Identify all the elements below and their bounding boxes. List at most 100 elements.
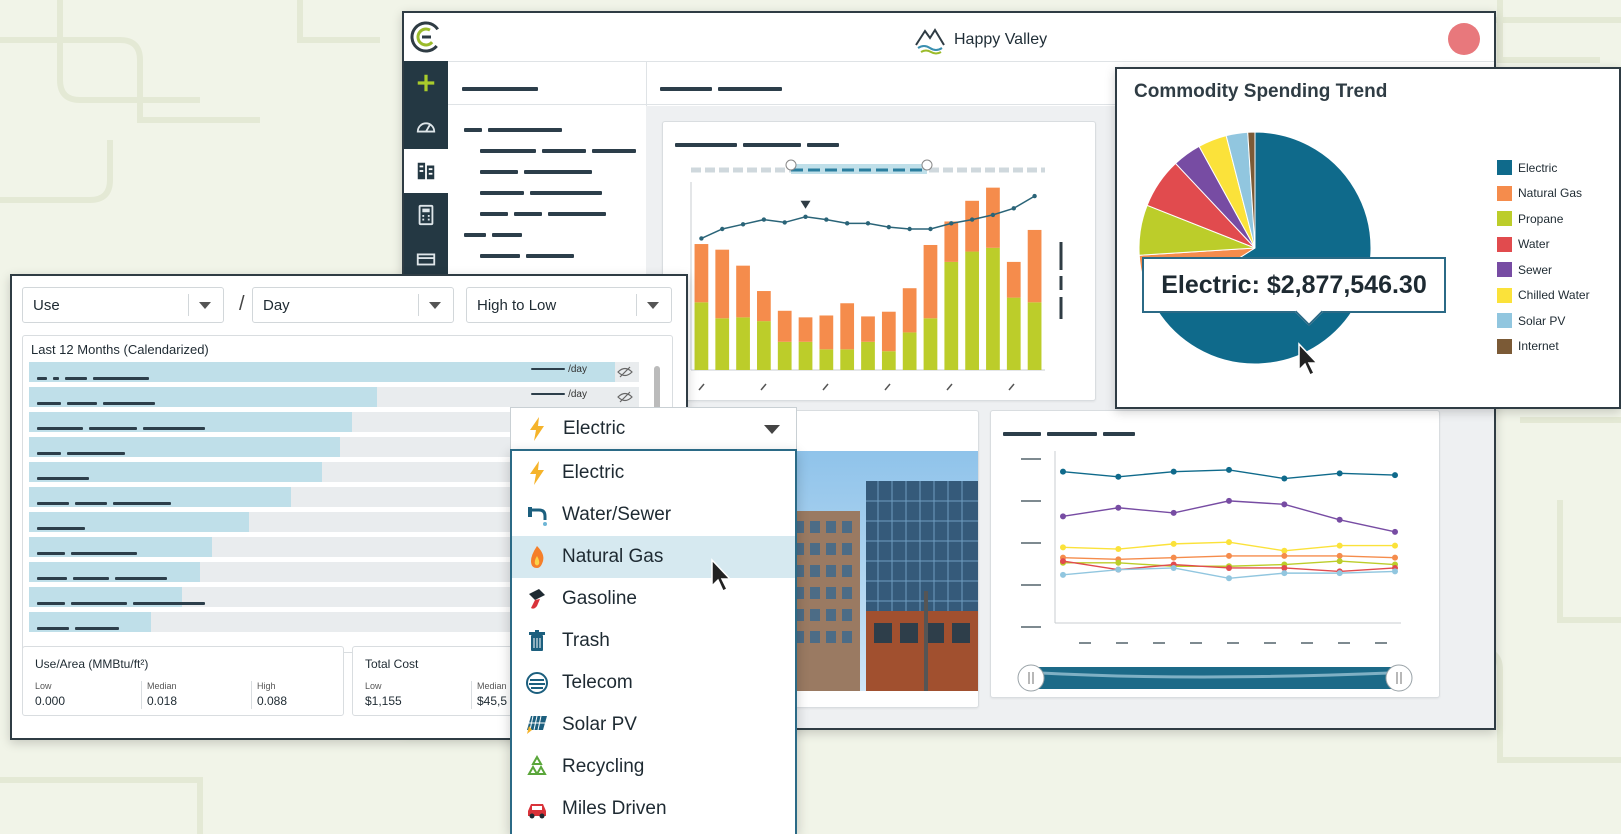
commodity-option-water-sewer[interactable]: Water/Sewer	[512, 494, 795, 536]
scrollbar[interactable]	[654, 366, 660, 410]
sort-select-value: High to Low	[477, 297, 557, 314]
tree-item[interactable]	[448, 140, 646, 161]
bar-lower	[1027, 302, 1042, 370]
bar-lower	[757, 321, 771, 370]
series-point	[1336, 516, 1343, 523]
series-point	[1170, 564, 1177, 571]
trend-point	[1011, 206, 1016, 211]
ranking-label	[37, 620, 125, 638]
ranking-label	[37, 520, 91, 538]
buildings-icon[interactable]	[404, 149, 448, 193]
commodity-option-telecom[interactable]: Telecom	[512, 662, 795, 704]
series-point	[1060, 558, 1066, 565]
series-point	[1115, 504, 1122, 511]
stat-label: High	[257, 681, 276, 691]
series-point	[1060, 513, 1066, 520]
commodity-option-gasoline[interactable]: Gasoline	[512, 578, 795, 620]
series-point	[1060, 571, 1066, 578]
pie-chart-panel: Commodity Spending Trend Electric Natural…	[1115, 67, 1621, 409]
hide-icon[interactable]	[617, 366, 633, 378]
calculator-icon[interactable]	[404, 193, 448, 237]
legend-item[interactable]: Internet	[1497, 334, 1590, 360]
bar-chart-card	[662, 121, 1096, 401]
bar-upper	[923, 244, 938, 319]
series-point	[1392, 528, 1398, 535]
stat-label: Median	[147, 681, 177, 691]
legend-swatch	[1497, 262, 1512, 278]
period-select[interactable]: Day	[252, 287, 454, 323]
commodity-option-natural-gas[interactable]: Natural Gas	[512, 536, 795, 578]
legend-item[interactable]: Water	[1497, 232, 1590, 258]
trend-point	[928, 226, 933, 232]
flame-icon	[531, 546, 544, 568]
x-tick	[946, 383, 953, 391]
trend-point	[969, 217, 975, 222]
commodity-option-solar-pv[interactable]: Solar PV	[512, 704, 795, 746]
mountain-logo-icon	[915, 28, 945, 55]
bar-upper	[1027, 229, 1042, 303]
tree-item[interactable]	[448, 119, 646, 140]
bar-upper	[736, 265, 750, 318]
legend-swatch	[1497, 185, 1512, 201]
metric-select[interactable]: Use	[22, 287, 224, 323]
bar-upper	[944, 221, 959, 262]
multi-line-chart	[1017, 451, 1413, 692]
ranking-label	[37, 420, 211, 438]
hide-icon[interactable]	[617, 391, 633, 403]
series-point	[1170, 509, 1177, 516]
series-point	[1226, 539, 1232, 546]
commodity-option-label: Water/Sewer	[562, 504, 672, 525]
car-icon	[528, 804, 546, 819]
tree-item[interactable]	[448, 161, 646, 182]
lightning-icon	[530, 417, 544, 441]
stat-value: $45,5	[477, 694, 508, 708]
faucet-icon	[528, 507, 547, 526]
commodity-option-electric[interactable]: Electric	[512, 452, 795, 494]
commodity-option-trash[interactable]: Trash	[512, 620, 795, 662]
use-area-title: Use/Area (MMBtu/ft²)	[35, 657, 149, 671]
trend-point	[720, 226, 725, 232]
total-cost-stats: Total Cost Low $1,155 Median $45,5	[352, 646, 534, 716]
commodity-option-label: Miles Driven	[562, 798, 667, 819]
bar-lower	[798, 341, 813, 370]
scrubber-handle-left	[1017, 664, 1045, 692]
x-tick	[884, 383, 891, 391]
legend-item[interactable]: Propane	[1497, 206, 1590, 232]
tree-item[interactable]	[448, 203, 646, 224]
add-icon[interactable]	[404, 61, 448, 105]
commodity-select[interactable]: Electric	[510, 407, 797, 450]
brand: Happy Valley	[914, 25, 1047, 55]
series-line	[1062, 500, 1396, 533]
bar-upper	[881, 311, 896, 352]
series-point	[1281, 552, 1288, 559]
trend-point	[1032, 193, 1037, 199]
legend-item[interactable]: Natural Gas	[1497, 181, 1590, 207]
legend-item[interactable]: Electric	[1497, 155, 1590, 181]
series-point	[1281, 570, 1288, 577]
legend-item[interactable]: Sewer	[1497, 257, 1590, 283]
series-point	[1281, 547, 1288, 554]
app-logo-icon[interactable]	[410, 21, 442, 53]
pie-legend: Electric Natural Gas Propane Water Sewer Chil…	[1497, 155, 1590, 359]
sort-select[interactable]: High to Low	[466, 287, 672, 323]
bar-upper	[777, 310, 792, 342]
sub-navigation-panel	[448, 61, 647, 281]
legend-item[interactable]: Solar PV	[1497, 308, 1590, 334]
ranking-row[interactable]: /day	[29, 387, 639, 407]
series-point	[1060, 468, 1066, 475]
tree-item[interactable]	[448, 182, 646, 203]
bar-lower	[777, 341, 792, 370]
series-point	[1226, 466, 1232, 473]
ranking-row[interactable]: /day	[29, 362, 639, 382]
series-point	[1336, 542, 1343, 549]
user-avatar[interactable]	[1448, 23, 1480, 55]
dashboard-gauge-icon[interactable]	[404, 105, 448, 149]
bar-lower	[1006, 297, 1021, 370]
commodity-option-recycling[interactable]: Recycling	[512, 746, 795, 788]
tree-item[interactable]	[448, 245, 646, 266]
tree-item[interactable]	[448, 224, 646, 245]
telecom-icon	[526, 672, 548, 694]
legend-item[interactable]: Chilled Water	[1497, 283, 1590, 309]
side-nav	[404, 61, 448, 281]
commodity-option-miles-driven[interactable]: Miles Driven	[512, 788, 795, 830]
